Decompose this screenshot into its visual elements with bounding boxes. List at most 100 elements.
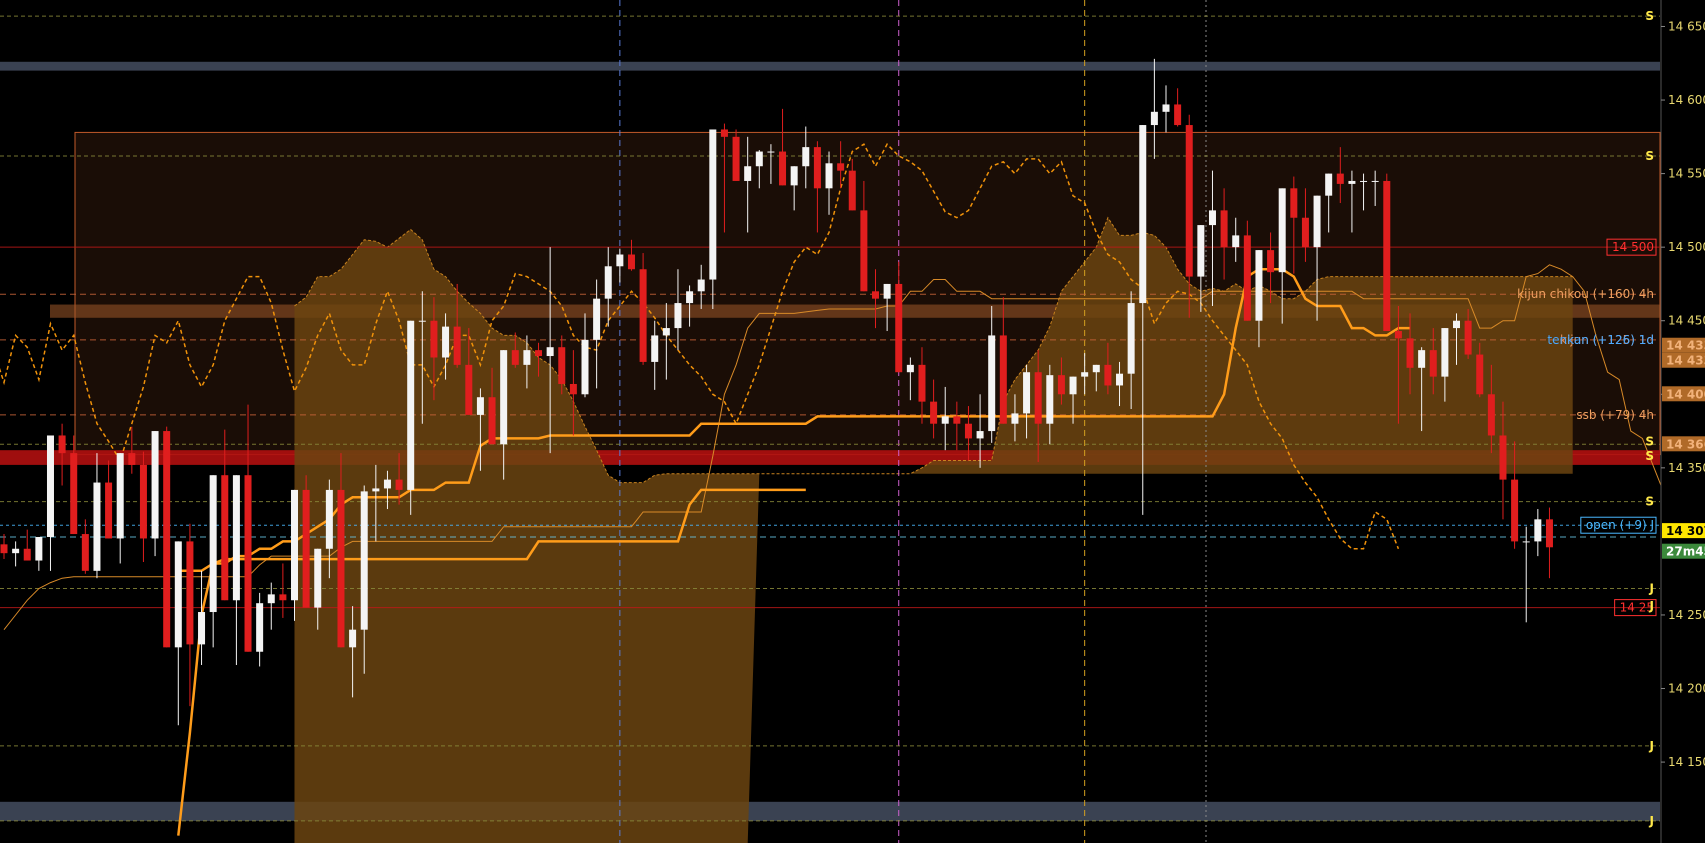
- candle-body[interactable]: [1336, 173, 1344, 184]
- candle-body[interactable]: [895, 283, 903, 373]
- candle-body[interactable]: [35, 536, 43, 561]
- candle-body[interactable]: [1511, 479, 1519, 542]
- candle-body[interactable]: [70, 453, 78, 535]
- candle-body[interactable]: [1185, 125, 1193, 277]
- candle-body[interactable]: [209, 475, 217, 613]
- candle-body[interactable]: [883, 283, 891, 299]
- candle-body[interactable]: [430, 320, 438, 358]
- candle-body[interactable]: [1371, 180, 1379, 182]
- candle-body[interactable]: [453, 326, 461, 365]
- candle-body[interactable]: [918, 364, 926, 402]
- candle-body[interactable]: [0, 544, 8, 554]
- candle[interactable]: [1383, 173, 1391, 332]
- candle-body[interactable]: [476, 397, 484, 415]
- candle-body[interactable]: [325, 489, 333, 549]
- candle-body[interactable]: [418, 320, 426, 322]
- candle-body[interactable]: [360, 491, 368, 630]
- candle-body[interactable]: [1499, 435, 1507, 480]
- candle-body[interactable]: [1429, 350, 1437, 377]
- price-badge[interactable]: 14 366: [1662, 436, 1705, 452]
- candle-body[interactable]: [1150, 111, 1158, 126]
- candle-body[interactable]: [976, 431, 984, 439]
- candle-body[interactable]: [1545, 519, 1553, 548]
- candle-body[interactable]: [941, 416, 949, 424]
- candle-body[interactable]: [686, 291, 694, 304]
- candle[interactable]: [151, 431, 159, 557]
- candle-body[interactable]: [372, 488, 380, 492]
- candle-body[interactable]: [546, 347, 554, 357]
- candle[interactable]: [732, 129, 740, 181]
- candle-body[interactable]: [116, 453, 124, 539]
- candle-body[interactable]: [395, 479, 403, 490]
- candle-body[interactable]: [767, 151, 775, 153]
- candle-body[interactable]: [813, 147, 821, 189]
- candle-body[interactable]: [1104, 364, 1112, 386]
- candle-body[interactable]: [186, 541, 194, 645]
- candle-body[interactable]: [93, 482, 101, 571]
- candle-body[interactable]: [139, 464, 147, 539]
- candle-body[interactable]: [964, 423, 972, 439]
- candle-body[interactable]: [151, 431, 159, 539]
- candle-body[interactable]: [1162, 104, 1170, 112]
- candle-body[interactable]: [1406, 338, 1414, 368]
- candle-body[interactable]: [1522, 541, 1530, 543]
- candle-body[interactable]: [244, 475, 252, 652]
- candle-body[interactable]: [1453, 320, 1460, 329]
- candle-body[interactable]: [616, 254, 624, 267]
- candle-body[interactable]: [697, 279, 705, 292]
- candle-body[interactable]: [256, 603, 264, 652]
- candle-body[interactable]: [1174, 104, 1182, 126]
- candle-body[interactable]: [1023, 372, 1031, 414]
- candle-body[interactable]: [1464, 320, 1472, 355]
- candle-body[interactable]: [627, 254, 635, 270]
- candle-body[interactable]: [1278, 188, 1286, 273]
- candle-body[interactable]: [349, 629, 357, 648]
- candle-body[interactable]: [105, 482, 113, 539]
- candle-body[interactable]: [488, 397, 496, 445]
- candle-body[interactable]: [639, 269, 647, 362]
- candle-body[interactable]: [1290, 188, 1298, 218]
- candle-body[interactable]: [651, 335, 659, 362]
- candle-body[interactable]: [1476, 354, 1484, 395]
- candle-body[interactable]: [535, 350, 543, 357]
- candle-body[interactable]: [1127, 303, 1135, 374]
- price-badge[interactable]: 27m45: [1662, 543, 1705, 559]
- candle-body[interactable]: [1360, 180, 1368, 182]
- candle-body[interactable]: [709, 129, 717, 280]
- candle-body[interactable]: [442, 326, 450, 358]
- candle-body[interactable]: [953, 416, 961, 424]
- candle-body[interactable]: [779, 151, 787, 186]
- candle-body[interactable]: [407, 320, 415, 490]
- candle-body[interactable]: [1418, 350, 1426, 368]
- candle-body[interactable]: [569, 383, 577, 395]
- candle-body[interactable]: [279, 594, 287, 601]
- candle-body[interactable]: [1197, 225, 1205, 277]
- candle-body[interactable]: [511, 350, 519, 365]
- candle-body[interactable]: [930, 401, 938, 424]
- candle-body[interactable]: [1139, 125, 1147, 304]
- price-badge[interactable]: 14 307: [1662, 523, 1705, 539]
- candle[interactable]: [163, 426, 171, 648]
- candle-body[interactable]: [1232, 235, 1240, 248]
- candle-body[interactable]: [674, 303, 682, 329]
- candle-body[interactable]: [581, 339, 589, 395]
- candle[interactable]: [1243, 220, 1251, 321]
- candle-body[interactable]: [848, 170, 856, 211]
- candle-body[interactable]: [720, 129, 728, 137]
- ichimoku-chart[interactable]: 14 650 14 600 14 550 14 500 14 450 14 400 14 3…: [0, 0, 1705, 843]
- candle-body[interactable]: [232, 475, 240, 601]
- candle[interactable]: [639, 253, 647, 365]
- candle-body[interactable]: [1487, 394, 1495, 436]
- candle-body[interactable]: [1348, 180, 1356, 184]
- candle-body[interactable]: [291, 489, 298, 601]
- candle-body[interactable]: [221, 475, 229, 601]
- candle[interactable]: [302, 475, 310, 608]
- candle-body[interactable]: [174, 541, 182, 648]
- candle-body[interactable]: [337, 489, 345, 648]
- price-axis[interactable]: 14 650 14 600 14 550 14 500 14 450 14 400 14 3…: [1660, 0, 1705, 843]
- candle-body[interactable]: [558, 347, 566, 384]
- candle-body[interactable]: [1069, 376, 1077, 395]
- candle-body[interactable]: [837, 163, 845, 171]
- candle-body[interactable]: [198, 612, 206, 645]
- candle-body[interactable]: [1057, 375, 1065, 395]
